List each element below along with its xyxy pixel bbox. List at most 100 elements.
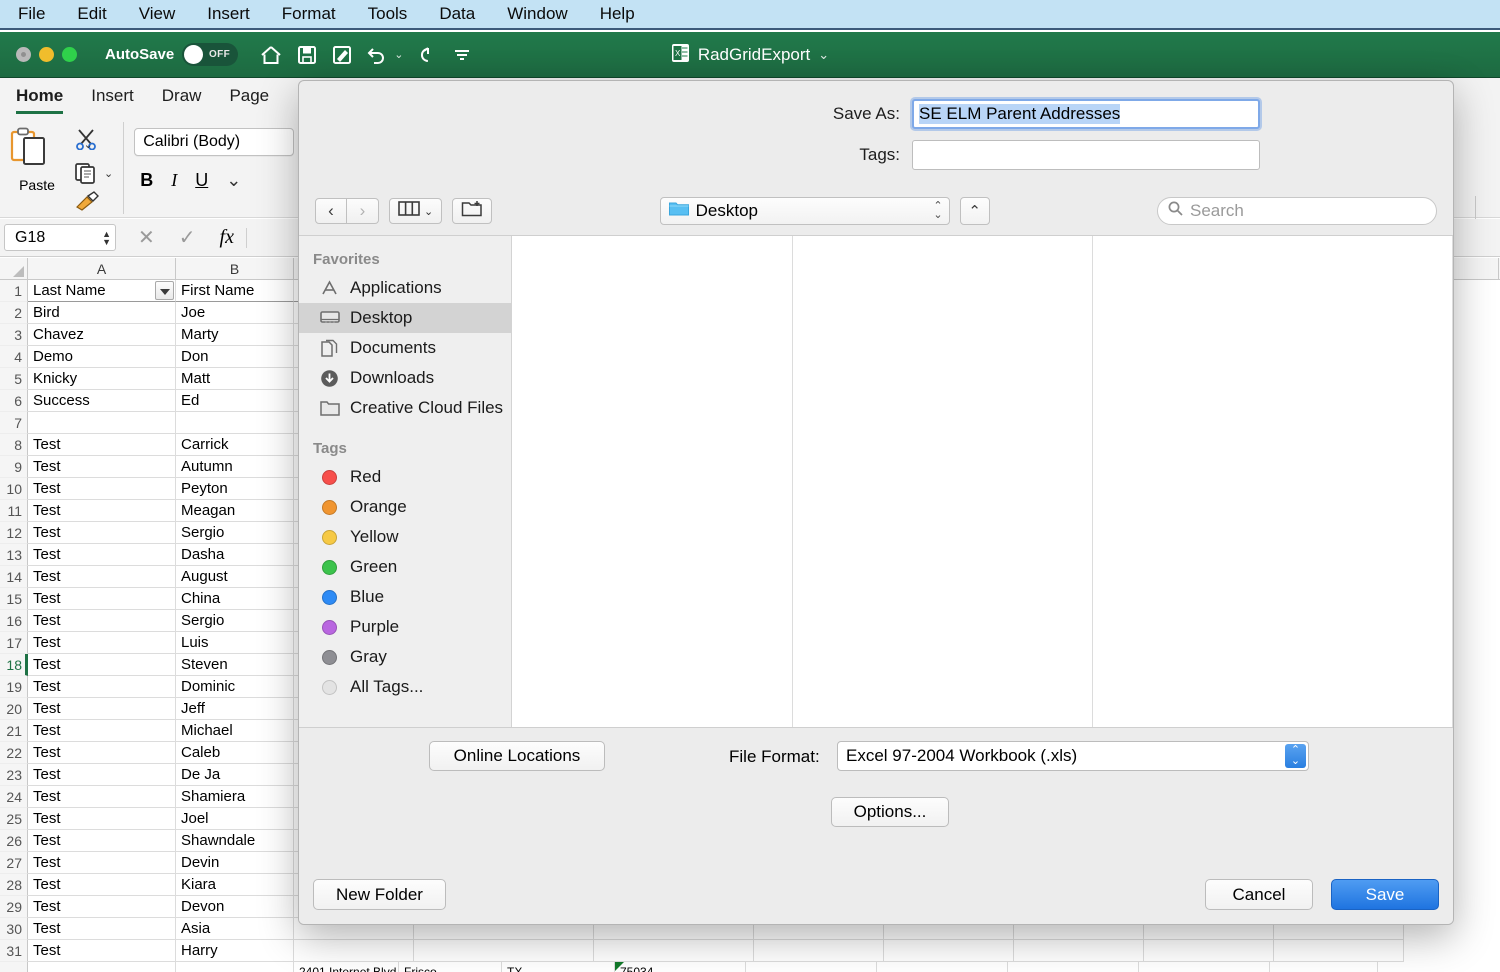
row-header[interactable]: 26 [0,830,28,852]
new-folder-button[interactable]: New Folder [313,879,446,910]
autosave-toggle[interactable]: OFF [182,43,239,66]
cell-a[interactable]: Test [28,940,176,962]
cell-empty[interactable] [746,962,877,972]
cell-b[interactable]: First Name [176,280,294,302]
row-header[interactable]: 22 [0,742,28,764]
cell-b[interactable]: Shamiera [176,786,294,808]
cell-a[interactable]: Test [28,764,176,786]
cell-a[interactable]: Test [28,588,176,610]
row-header[interactable]: 25 [0,808,28,830]
cell-b[interactable]: Dasha [176,544,294,566]
bold-button[interactable]: B [140,170,153,191]
cell-b[interactable]: Joel [176,808,294,830]
cell-a[interactable]: Test [28,852,176,874]
row-header[interactable]: 19 [0,676,28,698]
tab-insert[interactable]: Insert [91,86,134,114]
file-format-stepper-icon[interactable]: ⌃ ⌄ [1285,744,1306,768]
cell-a[interactable]: Demo [28,346,176,368]
cell-a[interactable]: Test [28,830,176,852]
new-folder-toolbar-button[interactable] [452,198,493,224]
sidebar-tag-purple[interactable]: Purple [299,612,511,642]
row-header[interactable]: 7 [0,412,28,434]
cell-empty[interactable] [1274,940,1404,962]
cell-b[interactable] [176,412,294,434]
cell-a[interactable]: Test [28,434,176,456]
underline-chevron-down-icon[interactable]: ⌄ [226,170,241,191]
row-header[interactable] [0,962,28,972]
paste-icon[interactable] [9,127,55,174]
table-row[interactable]: 2401 Internet Blvd, SuFriscoTX75034 [0,962,1500,972]
cell-b[interactable]: Steven [176,654,294,676]
go-up-button[interactable]: ⌃ [959,197,990,225]
sidebar-tag-orange[interactable]: Orange [299,492,511,522]
cell-a[interactable]: Last Name [28,280,176,302]
column-header-a[interactable]: A [28,258,176,279]
back-button[interactable]: ‹ [315,198,347,224]
row-header[interactable]: 9 [0,456,28,478]
italic-button[interactable]: I [171,170,177,191]
redo-icon[interactable] [418,46,438,64]
row-header[interactable]: 16 [0,610,28,632]
cell-b[interactable]: Asia [176,918,294,940]
cell-a[interactable]: Test [28,720,176,742]
cell-a[interactable]: Bird [28,302,176,324]
stepper-up-icon[interactable]: ▲ [102,229,111,238]
cell-a[interactable]: Knicky [28,368,176,390]
cell-empty[interactable] [594,940,754,962]
cell-empty[interactable] [1139,962,1270,972]
cell-a[interactable]: Test [28,808,176,830]
row-header[interactable]: 10 [0,478,28,500]
row-header[interactable]: 28 [0,874,28,896]
undo-icon[interactable] [367,46,387,64]
cell-value[interactable]: 2401 Internet Blvd, Su [294,962,399,972]
document-title-chevron-down-icon[interactable]: ⌄ [818,47,829,63]
row-header[interactable]: 15 [0,588,28,610]
cell-b[interactable]: Michael [176,720,294,742]
search-input[interactable]: Search [1157,197,1437,225]
sidebar-item-creative-cloud-files[interactable]: Creative Cloud Files [299,393,511,423]
row-header[interactable]: 20 [0,698,28,720]
file-browser-column-1[interactable] [512,236,793,727]
customize-toolbar-icon[interactable] [453,47,471,63]
cell-a[interactable]: Test [28,896,176,918]
table-row[interactable]: 31 Test Harry [0,940,1500,962]
online-locations-button[interactable]: Online Locations [429,741,605,771]
row-header[interactable]: 17 [0,632,28,654]
menu-item-format[interactable]: Format [266,0,352,28]
sidebar-tag-gray[interactable]: Gray [299,642,511,672]
cell-a[interactable]: Test [28,566,176,588]
copy-chevron-down-icon[interactable]: ⌄ [104,167,113,180]
cell-a[interactable]: Test [28,742,176,764]
cell-b[interactable]: Jeff [176,698,294,720]
row-header[interactable]: 13 [0,544,28,566]
cell-b[interactable]: Sergio [176,610,294,632]
cell-a[interactable]: Test [28,676,176,698]
tab-draw[interactable]: Draw [162,86,202,114]
tab-page-layout[interactable]: Page [229,86,269,114]
cell-b[interactable]: Kiara [176,874,294,896]
close-window-button[interactable] [16,47,31,62]
font-name-input[interactable]: Calibri (Body) [134,128,295,156]
insert-function-icon[interactable]: fx [220,226,234,249]
sidebar-tag-green[interactable]: Green [299,552,511,582]
cell-b[interactable]: Shawndale [176,830,294,852]
cell-b[interactable]: August [176,566,294,588]
menu-item-tools[interactable]: Tools [352,0,424,28]
cell-empty[interactable] [294,940,414,962]
cancel-formula-icon[interactable]: ✕ [138,225,155,250]
cell-b[interactable]: Matt [176,368,294,390]
cell-a[interactable]: Test [28,918,176,940]
cell-b[interactable]: Peyton [176,478,294,500]
menu-item-data[interactable]: Data [423,0,491,28]
cell-b[interactable]: Devon [176,896,294,918]
cell-a[interactable]: Test [28,544,176,566]
file-browser-column-2[interactable] [793,236,1093,727]
cell-a[interactable]: Test [28,632,176,654]
cell-empty[interactable] [884,940,1014,962]
row-header[interactable]: 11 [0,500,28,522]
row-header[interactable]: 24 [0,786,28,808]
save-icon[interactable] [297,45,317,65]
sidebar-item-documents[interactable]: Documents [299,333,511,363]
cell-b[interactable]: Meagan [176,500,294,522]
cancel-button[interactable]: Cancel [1205,879,1313,910]
